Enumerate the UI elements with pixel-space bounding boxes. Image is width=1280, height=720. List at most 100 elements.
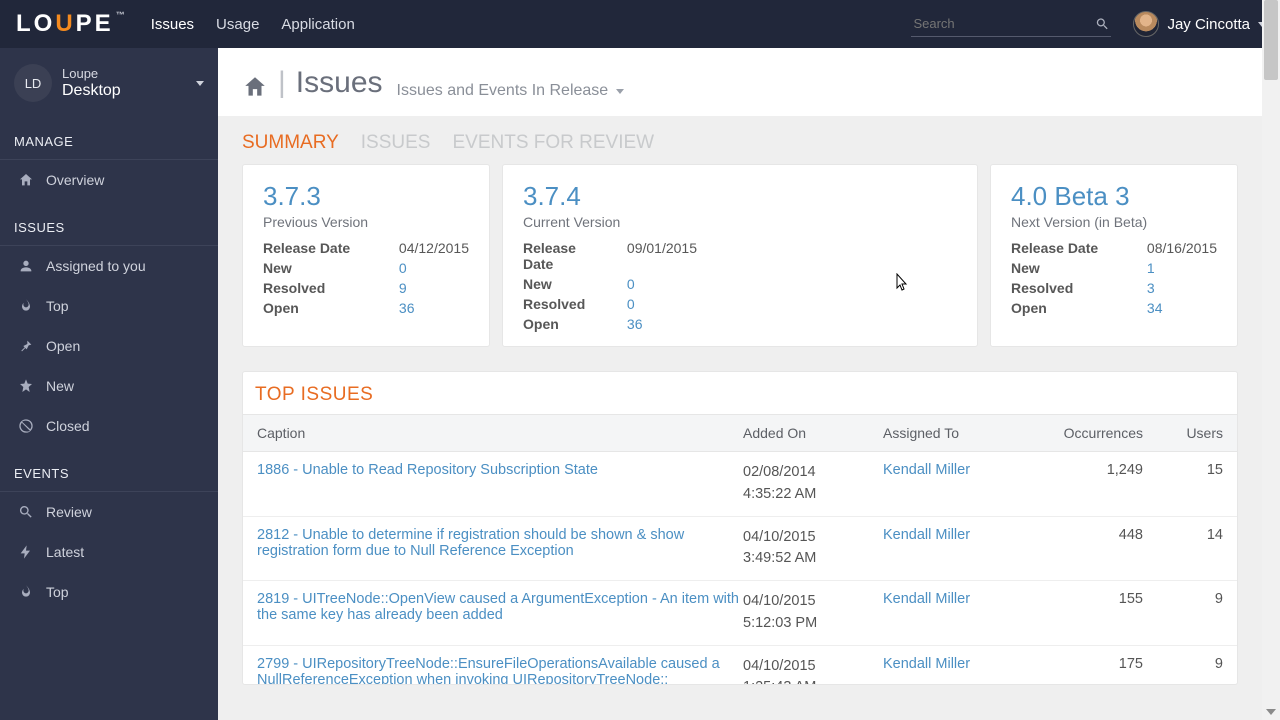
sidebar-item-top[interactable]: Top: [0, 286, 218, 326]
panel-title: TOP ISSUES: [243, 384, 1237, 414]
page-title: Issues: [296, 66, 383, 100]
issue-link[interactable]: 1886 - Unable to Read Repository Subscri…: [257, 462, 598, 478]
ban-icon: [18, 418, 34, 434]
page-scrollbar[interactable]: [1262, 0, 1280, 720]
label-open: Open: [523, 316, 597, 332]
cell-added: 04/10/2015 1:25:43 AM: [743, 656, 883, 685]
assignee-link[interactable]: Kendall Miller: [883, 591, 970, 607]
tab-summary[interactable]: SUMMARY: [242, 132, 339, 154]
issue-link[interactable]: 2819 - UITreeNode::OpenView caused a Arg…: [257, 591, 739, 623]
search-icon: [18, 504, 34, 520]
scroll-down-icon[interactable]: [1262, 704, 1280, 720]
value-new[interactable]: 1: [1147, 260, 1217, 276]
col-assigned[interactable]: Assigned To: [883, 425, 1023, 441]
sidebar-item-review[interactable]: Review: [0, 492, 218, 532]
user-menu[interactable]: Jay Cincotta: [1133, 11, 1266, 37]
search-icon: [1095, 16, 1110, 32]
table-row[interactable]: 2799 - UIRepositoryTreeNode::EnsureFileO…: [243, 646, 1237, 685]
app-switcher[interactable]: LD Loupe Desktop: [0, 48, 218, 124]
table-row[interactable]: 2812 - Unable to determine if registrati…: [243, 517, 1237, 582]
version-sub: Next Version (in Beta): [1011, 214, 1217, 230]
nav-usage[interactable]: Usage: [216, 16, 259, 33]
star-icon: [18, 378, 34, 394]
version-number[interactable]: 4.0 Beta 3: [1011, 181, 1217, 212]
search-input[interactable]: [913, 16, 1094, 31]
cell-occurrences: 175: [1023, 656, 1143, 672]
bolt-icon: [18, 544, 34, 560]
tab-events-for-review[interactable]: EVENTS FOR REVIEW: [452, 132, 654, 154]
table-body[interactable]: 1886 - Unable to Read Repository Subscri…: [243, 452, 1237, 684]
sidebar-item-overview[interactable]: Overview: [0, 160, 218, 200]
card-previous-version: 3.7.3 Previous Version Release Date04/12…: [242, 164, 490, 347]
nav-issues[interactable]: Issues: [151, 16, 194, 33]
user-name: Jay Cincotta: [1167, 16, 1250, 33]
chevron-down-icon: [196, 81, 204, 86]
tab-issues[interactable]: ISSUES: [361, 132, 431, 154]
pin-icon: [18, 338, 34, 354]
assignee-link[interactable]: Kendall Miller: [883, 462, 970, 478]
value-open[interactable]: 36: [627, 316, 957, 332]
version-number[interactable]: 3.7.4: [523, 181, 957, 212]
table-row[interactable]: 2819 - UITreeNode::OpenView caused a Arg…: [243, 581, 1237, 646]
sidebar-header-events: EVENTS: [0, 456, 218, 491]
sidebar-item-closed[interactable]: Closed: [0, 406, 218, 446]
label-new: New: [523, 276, 597, 292]
top-nav: Issues Usage Application: [151, 16, 355, 33]
cell-users: 9: [1143, 591, 1223, 607]
table-header: Caption Added On Assigned To Occurrences…: [243, 414, 1237, 452]
sidebar-item-events-top[interactable]: Top: [0, 572, 218, 612]
content-tabs: SUMMARY ISSUES EVENTS FOR REVIEW: [218, 116, 1262, 164]
value-release: 04/12/2015: [399, 240, 469, 256]
col-occurrences[interactable]: Occurrences: [1023, 425, 1143, 441]
cell-added: 02/08/2014 4:35:22 AM: [743, 462, 883, 506]
label-release: Release Date: [263, 240, 369, 256]
sidebar-item-label: Closed: [46, 418, 90, 434]
assignee-link[interactable]: Kendall Miller: [883, 656, 970, 672]
breadcrumb-dropdown[interactable]: Issues and Events In Release: [397, 82, 625, 100]
brand-logo[interactable]: LOUPE™: [8, 10, 133, 38]
nav-application[interactable]: Application: [281, 16, 354, 33]
top-bar: LOUPE™ Issues Usage Application Jay Cinc…: [0, 0, 1280, 48]
sidebar-item-new[interactable]: New: [0, 366, 218, 406]
search-box[interactable]: [911, 12, 1111, 37]
col-caption[interactable]: Caption: [257, 425, 743, 441]
value-resolved[interactable]: 0: [627, 296, 957, 312]
col-users[interactable]: Users: [1143, 425, 1223, 441]
sidebar: LD Loupe Desktop MANAGE Overview ISSUES …: [0, 48, 218, 720]
sidebar-item-assigned[interactable]: Assigned to you: [0, 246, 218, 286]
label-resolved: Resolved: [1011, 280, 1117, 296]
main-content: | Issues Issues and Events In Release SU…: [218, 48, 1262, 720]
sidebar-item-label: Assigned to you: [46, 258, 146, 274]
sidebar-header-issues: ISSUES: [0, 210, 218, 245]
issue-link[interactable]: 2812 - Unable to determine if registrati…: [257, 527, 684, 559]
label-open: Open: [1011, 300, 1117, 316]
sidebar-item-label: Top: [46, 584, 69, 600]
cell-occurrences: 448: [1023, 527, 1143, 543]
version-number[interactable]: 3.7.3: [263, 181, 469, 212]
issue-link[interactable]: 2799 - UIRepositoryTreeNode::EnsureFileO…: [257, 656, 720, 685]
value-new[interactable]: 0: [399, 260, 469, 276]
value-resolved[interactable]: 9: [399, 280, 469, 296]
label-open: Open: [263, 300, 369, 316]
user-icon: [18, 258, 34, 274]
cell-added: 04/10/2015 3:49:52 AM: [743, 527, 883, 571]
value-release: 09/01/2015: [627, 240, 957, 272]
col-added[interactable]: Added On: [743, 425, 883, 441]
value-open[interactable]: 34: [1147, 300, 1217, 316]
brand-tm: ™: [116, 10, 125, 20]
sidebar-item-open[interactable]: Open: [0, 326, 218, 366]
label-release: Release Date: [523, 240, 597, 272]
scroll-thumb[interactable]: [1264, 0, 1278, 80]
table-row[interactable]: 1886 - Unable to Read Repository Subscri…: [243, 452, 1237, 517]
home-icon: [242, 74, 268, 100]
sidebar-item-latest[interactable]: Latest: [0, 532, 218, 572]
value-resolved[interactable]: 3: [1147, 280, 1217, 296]
app-name: Loupe: [62, 66, 121, 82]
breadcrumb-label: Issues and Events In Release: [397, 82, 609, 100]
value-open[interactable]: 36: [399, 300, 469, 316]
sidebar-item-label: Open: [46, 338, 80, 354]
label-new: New: [263, 260, 369, 276]
value-new[interactable]: 0: [627, 276, 957, 292]
assignee-link[interactable]: Kendall Miller: [883, 527, 970, 543]
app-badge: LD: [14, 64, 52, 102]
